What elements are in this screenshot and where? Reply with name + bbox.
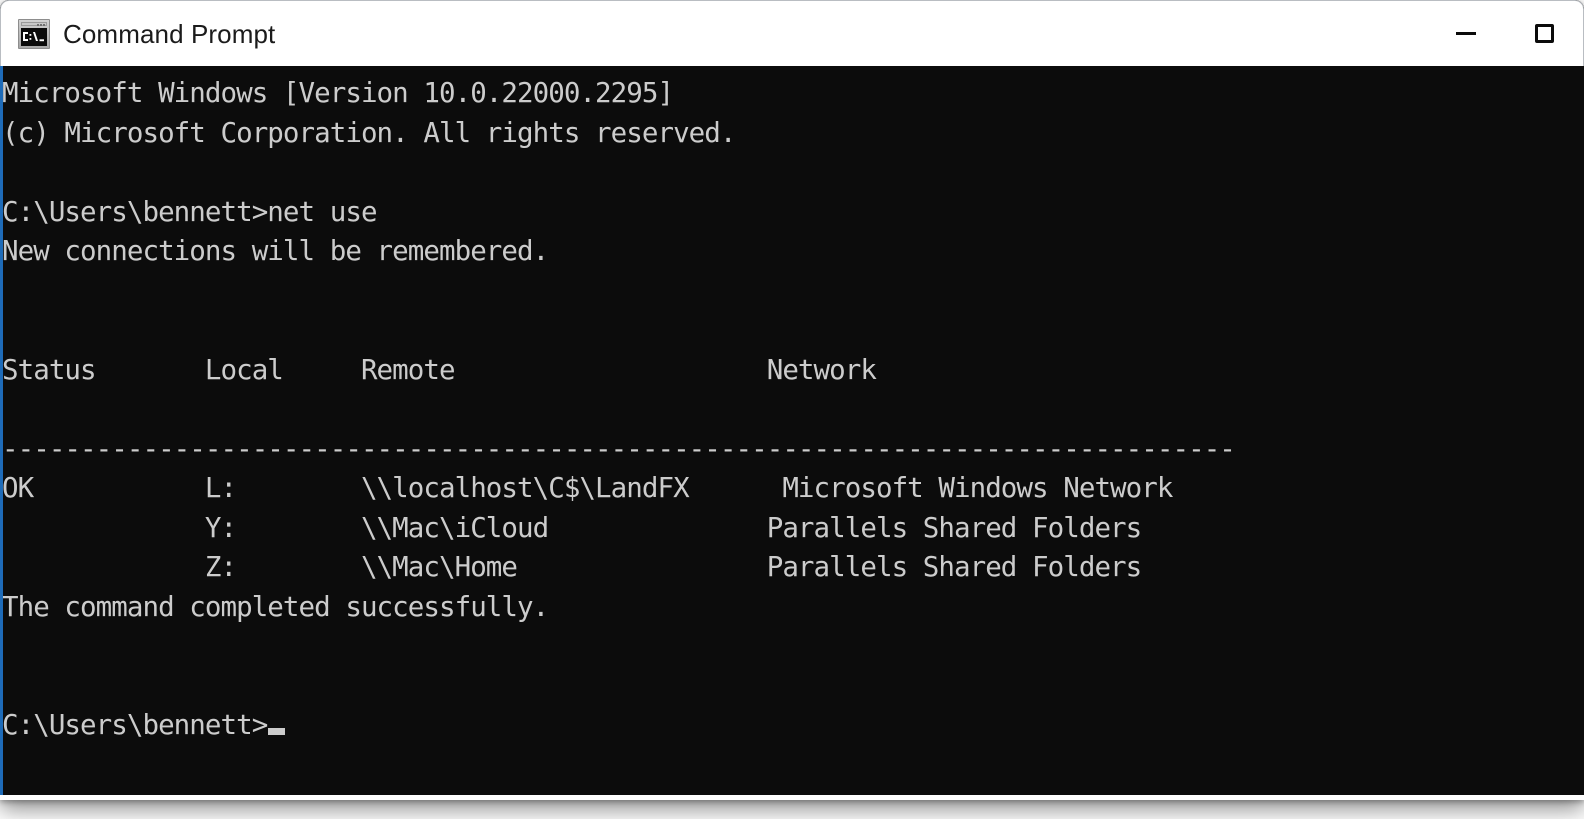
terminal-line-table-row: Z: \\Mac\Home Parallels Shared Folders <box>2 551 1142 583</box>
terminal-output-area[interactable]: Microsoft Windows [Version 10.0.22000.22… <box>0 66 1584 746</box>
terminal-line-command: C:\Users\bennett>net use <box>2 195 378 228</box>
terminal-line-table-separator: ----------------------------------------… <box>2 432 1236 465</box>
prompt-text: C:\Users\bennett> <box>2 709 268 741</box>
terminal-prompt-line[interactable]: C:\Users\bennett> <box>2 706 1584 746</box>
maximize-icon <box>1534 24 1554 43</box>
window-frame: Command Prompt Microsoft Windows [Versio… <box>0 0 1584 795</box>
terminal-line-result: The command completed successfully. <box>2 590 549 623</box>
terminal-line: Microsoft Windows [Version 10.0.22000.22… <box>2 77 674 109</box>
window-controls <box>1427 1 1583 67</box>
terminal-line: (c) Microsoft Corporation. All rights re… <box>2 116 736 149</box>
maximize-button[interactable] <box>1505 1 1583 67</box>
minimize-button[interactable] <box>1427 1 1505 67</box>
icon-console-screen <box>21 27 47 46</box>
command-prompt-window: Command Prompt Microsoft Windows [Versio… <box>0 0 1584 819</box>
terminal-line-table-header: Status Local Remote Network <box>2 353 877 386</box>
command-prompt-icon <box>18 18 50 49</box>
title-bar-left-group: Command Prompt <box>1 18 276 49</box>
window-title: Command Prompt <box>63 18 276 49</box>
terminal-line: New connections will be remembered. <box>2 235 549 267</box>
text-cursor <box>268 728 286 735</box>
window-left-accent-border <box>0 66 3 795</box>
terminal-line-table-row: OK L: \\localhost\C$\LandFX Microsoft Wi… <box>2 472 1173 504</box>
minimize-icon <box>1456 32 1476 35</box>
icon-titlebar-strip <box>21 21 47 26</box>
title-bar[interactable]: Command Prompt <box>0 0 1584 66</box>
terminal-body[interactable]: Microsoft Windows [Version 10.0.22000.22… <box>0 66 1584 795</box>
terminal-line-table-row: Y: \\Mac\iCloud Parallels Shared Folders <box>2 511 1142 544</box>
